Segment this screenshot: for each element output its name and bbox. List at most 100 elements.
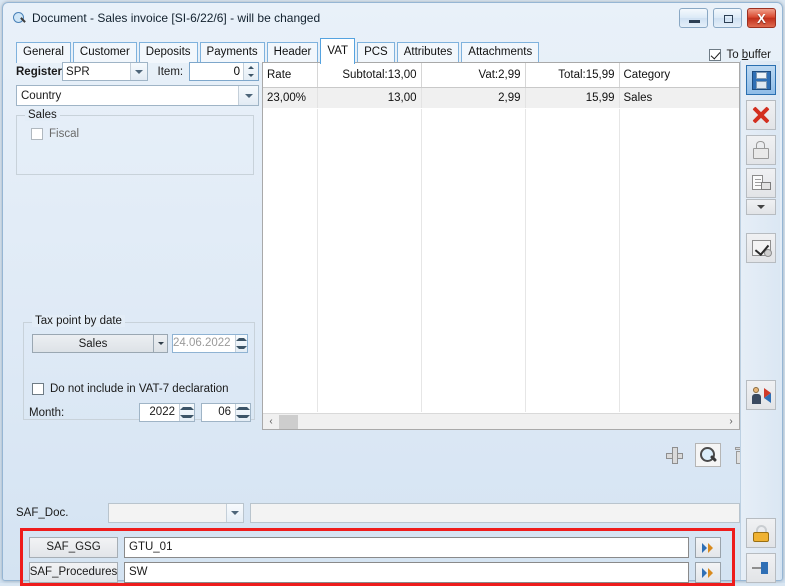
title-bar: Document - Sales invoice [SI-6/22/6] - w… bbox=[3, 3, 782, 33]
person-arrows-icon bbox=[751, 386, 771, 404]
confirm-settings-button[interactable] bbox=[746, 233, 776, 263]
year-spin-down[interactable] bbox=[180, 413, 194, 422]
saf-gsg-expand-button[interactable] bbox=[695, 536, 721, 558]
saf-highlight-box: SAF_GSG GTU_01 SAF_Procedures SW bbox=[20, 528, 735, 586]
saf-doc-row: SAF_Doc. bbox=[16, 502, 740, 524]
add-row-button[interactable] bbox=[661, 443, 687, 467]
cancel-button[interactable] bbox=[746, 100, 776, 130]
register-combo[interactable]: SPR bbox=[62, 62, 148, 81]
item-label: Item: bbox=[157, 65, 184, 78]
close-button[interactable]: X bbox=[747, 8, 776, 28]
col-rate[interactable]: Rate bbox=[263, 63, 318, 88]
item-spin-buttons[interactable] bbox=[243, 63, 258, 80]
tab-pcs[interactable]: PCS bbox=[357, 42, 395, 63]
item-spin-up[interactable] bbox=[244, 63, 258, 72]
saf-doc-label: SAF_Doc. bbox=[16, 507, 69, 519]
magnifier-document-icon bbox=[11, 10, 27, 26]
red-x-icon bbox=[752, 106, 770, 124]
tab-payments[interactable]: Payments bbox=[199, 42, 265, 63]
scroll-right-icon[interactable]: › bbox=[723, 414, 739, 430]
tax-point-mode-row: Sales 24.06.2022 bbox=[32, 334, 248, 353]
fiscal-checkbox[interactable]: Fiscal bbox=[31, 128, 253, 140]
country-combo[interactable]: Country bbox=[16, 85, 259, 106]
saf-procedures-button[interactable]: SAF_Procedures bbox=[29, 561, 118, 583]
lock-button[interactable] bbox=[746, 518, 776, 548]
restore-button[interactable] bbox=[713, 8, 742, 28]
minimize-icon bbox=[689, 20, 700, 23]
tab-general[interactable]: General bbox=[16, 42, 71, 63]
to-buffer-check-icon bbox=[709, 49, 722, 61]
left-pane: Register SPR Item: Country bbox=[16, 62, 259, 438]
save-button[interactable] bbox=[746, 65, 776, 95]
plus-icon bbox=[665, 446, 683, 464]
col-vat[interactable]: Vat:2,99 bbox=[421, 63, 526, 88]
table-row[interactable]: 23,00% 13,00 2,99 15,99 Sales 24.06.202 bbox=[263, 87, 739, 108]
chevron-right-icon bbox=[708, 542, 713, 553]
vat-grid-table: Rate Subtotal:13,00 Vat:2,99 Total:15,99… bbox=[263, 63, 739, 108]
unpost-button[interactable] bbox=[746, 135, 776, 165]
tax-point-date-value: 24.06.2022 bbox=[173, 337, 231, 349]
month-spin-down[interactable] bbox=[236, 413, 250, 422]
find-row-button[interactable] bbox=[695, 443, 721, 467]
saf-procedures-input[interactable]: SW bbox=[124, 561, 689, 583]
tab-attributes[interactable]: Attributes bbox=[396, 42, 460, 63]
item-stepper[interactable] bbox=[189, 62, 259, 81]
month-spin-buttons[interactable] bbox=[235, 404, 250, 421]
col-total[interactable]: Total:15,99 bbox=[525, 63, 620, 88]
saf-gsg-row: SAF_GSG GTU_01 bbox=[29, 536, 729, 558]
tax-point-mode-button[interactable]: Sales bbox=[32, 334, 154, 353]
month-value: 06 bbox=[218, 406, 231, 418]
window-controls: X bbox=[679, 8, 776, 28]
chevron-down-icon[interactable] bbox=[226, 504, 243, 522]
tax-point-group: Tax point by date Sales 24.06.2022 Do no… bbox=[23, 315, 255, 422]
minimize-button[interactable] bbox=[679, 8, 708, 28]
magnifier-icon bbox=[699, 446, 717, 464]
year-stepper[interactable]: 2022 bbox=[139, 403, 195, 422]
date-spin-up[interactable] bbox=[235, 335, 247, 344]
exclude-vat7-checkbox[interactable]: Do not include in VAT-7 declaration bbox=[32, 383, 229, 395]
floppy-disk-icon bbox=[751, 70, 771, 90]
tab-attachments[interactable]: Attachments bbox=[461, 42, 540, 63]
tab-header[interactable]: Header bbox=[266, 42, 319, 63]
chevron-down-icon[interactable] bbox=[238, 86, 258, 105]
item-input[interactable] bbox=[190, 63, 243, 80]
padlock-icon bbox=[753, 524, 769, 542]
tab-vat[interactable]: VAT bbox=[320, 38, 356, 64]
month-label: Month: bbox=[29, 406, 65, 419]
print-menu-button[interactable] bbox=[746, 199, 776, 215]
vat-tab-panel: Register SPR Item: Country bbox=[16, 62, 771, 586]
year-spin-up[interactable] bbox=[180, 404, 194, 413]
month-stepper[interactable]: 06 bbox=[201, 403, 251, 422]
cell-total: 15,99 bbox=[525, 87, 620, 108]
sales-group: Sales Fiscal bbox=[16, 109, 254, 175]
grid-horizontal-scrollbar[interactable]: ‹ › bbox=[263, 413, 739, 429]
date-spin-down[interactable] bbox=[235, 344, 247, 353]
vat-grid[interactable]: Rate Subtotal:13,00 Vat:2,99 Total:15,99… bbox=[262, 62, 740, 430]
grid-header-row: Rate Subtotal:13,00 Vat:2,99 Total:15,99… bbox=[263, 63, 739, 88]
tax-point-date-stepper[interactable]: 24.06.2022 bbox=[172, 334, 248, 353]
contractor-button[interactable] bbox=[746, 380, 776, 410]
item-spin-down[interactable] bbox=[244, 72, 258, 81]
restore-icon bbox=[724, 15, 733, 23]
pin-button[interactable] bbox=[746, 553, 776, 583]
col-category[interactable]: Category bbox=[619, 63, 739, 88]
scroll-left-icon[interactable]: ‹ bbox=[263, 414, 279, 430]
saf-procedures-expand-button[interactable] bbox=[695, 561, 721, 583]
col-subtotal[interactable]: Subtotal:13,00 bbox=[317, 63, 422, 88]
tab-deposits[interactable]: Deposits bbox=[138, 42, 198, 63]
to-buffer-checkbox[interactable]: To buffer bbox=[709, 49, 771, 61]
tax-point-mode-dropdown[interactable] bbox=[154, 334, 168, 353]
saf-doc-text-field[interactable] bbox=[250, 503, 740, 523]
scrollbar-thumb[interactable] bbox=[279, 414, 298, 429]
print-button[interactable] bbox=[746, 168, 776, 198]
tab-customer[interactable]: Customer bbox=[72, 42, 137, 63]
pin-icon bbox=[752, 561, 770, 575]
date-spin-buttons[interactable] bbox=[234, 335, 247, 353]
chevron-down-icon[interactable] bbox=[129, 63, 147, 80]
saf-gsg-input[interactable]: GTU_01 bbox=[124, 536, 689, 558]
year-spin-buttons[interactable] bbox=[179, 404, 194, 421]
month-spin-up[interactable] bbox=[236, 404, 250, 413]
saf-doc-combo[interactable] bbox=[108, 503, 244, 523]
saf-gsg-button[interactable]: SAF_GSG bbox=[29, 536, 118, 558]
cell-subtotal: 13,00 bbox=[317, 87, 422, 108]
